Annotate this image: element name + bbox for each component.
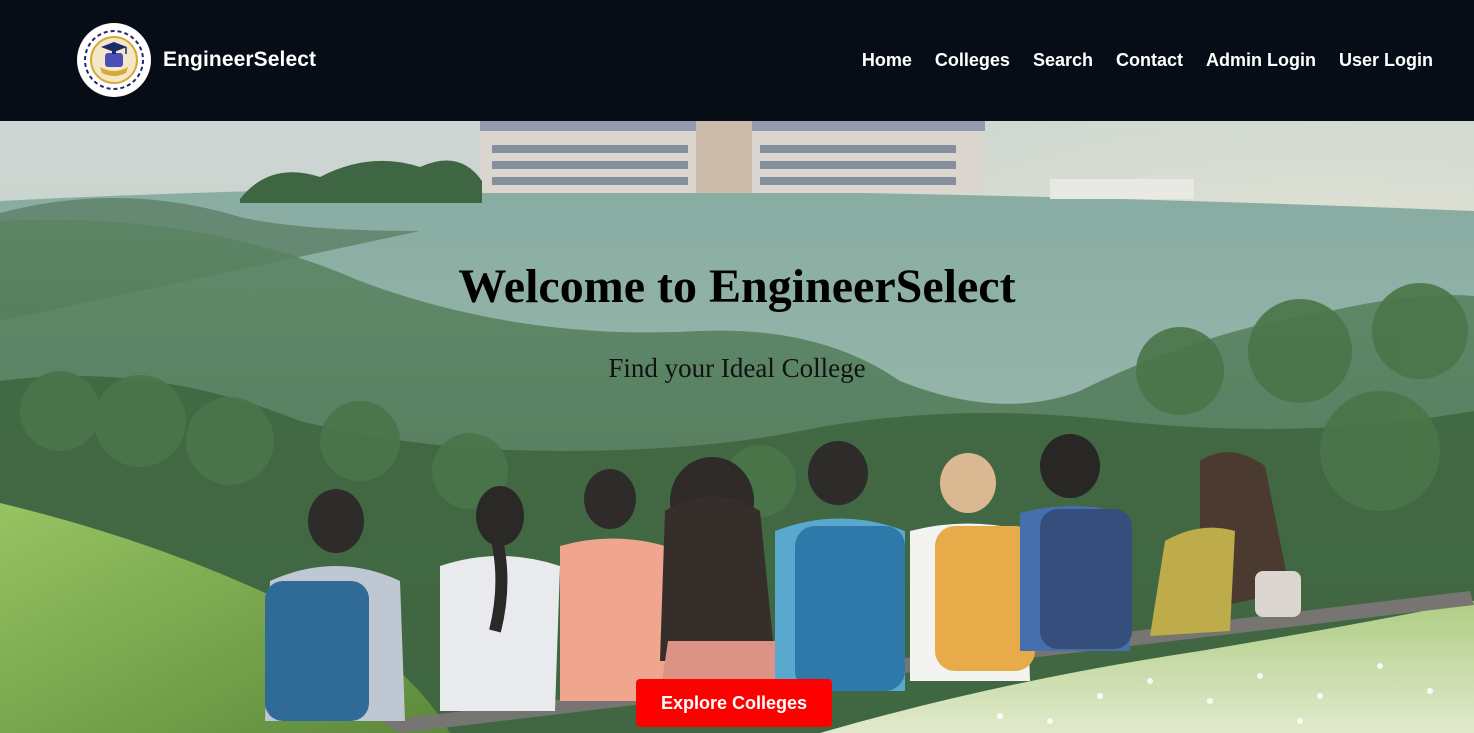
hero-subtitle: Find your Ideal College (608, 353, 866, 383)
main-nav: Home Colleges Search Contact Admin Login… (862, 48, 1433, 72)
nav-contact[interactable]: Contact (1116, 48, 1183, 72)
college-logo-icon (77, 23, 151, 97)
nav-colleges[interactable]: Colleges (935, 48, 1010, 72)
hero-background-image (0, 121, 1474, 733)
explore-colleges-button[interactable]: Explore Colleges (636, 679, 832, 727)
nav-home[interactable]: Home (862, 48, 912, 72)
hero-section: Welcome to EngineerSelect Find your Idea… (0, 121, 1474, 733)
brand-name: EngineerSelect (163, 48, 317, 71)
navbar: EngineerSelect Home Colleges Search Cont… (0, 0, 1474, 121)
brand-link[interactable]: EngineerSelect (77, 23, 316, 97)
nav-search[interactable]: Search (1033, 48, 1093, 72)
nav-admin-login[interactable]: Admin Login (1206, 48, 1316, 72)
hero-title: Welcome to EngineerSelect (458, 260, 1016, 313)
nav-user-login[interactable]: User Login (1339, 48, 1433, 72)
